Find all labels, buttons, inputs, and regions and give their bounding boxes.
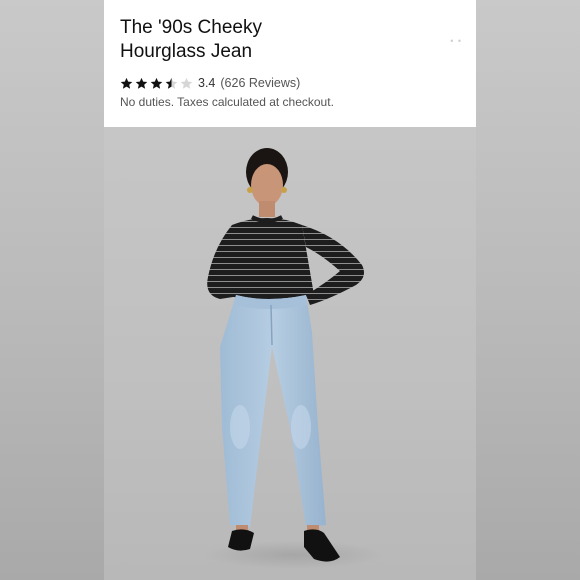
star-icon <box>150 77 163 89</box>
reviews-count-link[interactable]: (626 Reviews) <box>220 76 300 90</box>
product-title: The '90s Cheeky Hourglass Jean <box>120 16 420 64</box>
right-blur-background <box>476 0 580 580</box>
model-illustration <box>204 148 384 569</box>
star-rating <box>120 77 193 90</box>
product-title-line2: Hourglass Jean <box>120 41 253 62</box>
shipping-note: No duties. Taxes calculated at checkout. <box>120 95 334 109</box>
star-icon <box>120 77 133 89</box>
half-star-icon <box>165 77 178 89</box>
product-photo <box>104 127 476 580</box>
left-blur-background <box>0 0 104 580</box>
more-icon: • • <box>450 36 462 46</box>
star-icon <box>135 77 148 89</box>
rating-row[interactable]: 3.4 (626 Reviews) <box>120 75 300 91</box>
rating-value: 3.4 <box>198 76 216 90</box>
product-title-line1: The '90s Cheeky <box>120 17 262 38</box>
star-empty-icon <box>180 77 193 89</box>
product-info-card: The '90s Cheeky Hourglass Jean • • 3.4 (… <box>104 0 476 127</box>
